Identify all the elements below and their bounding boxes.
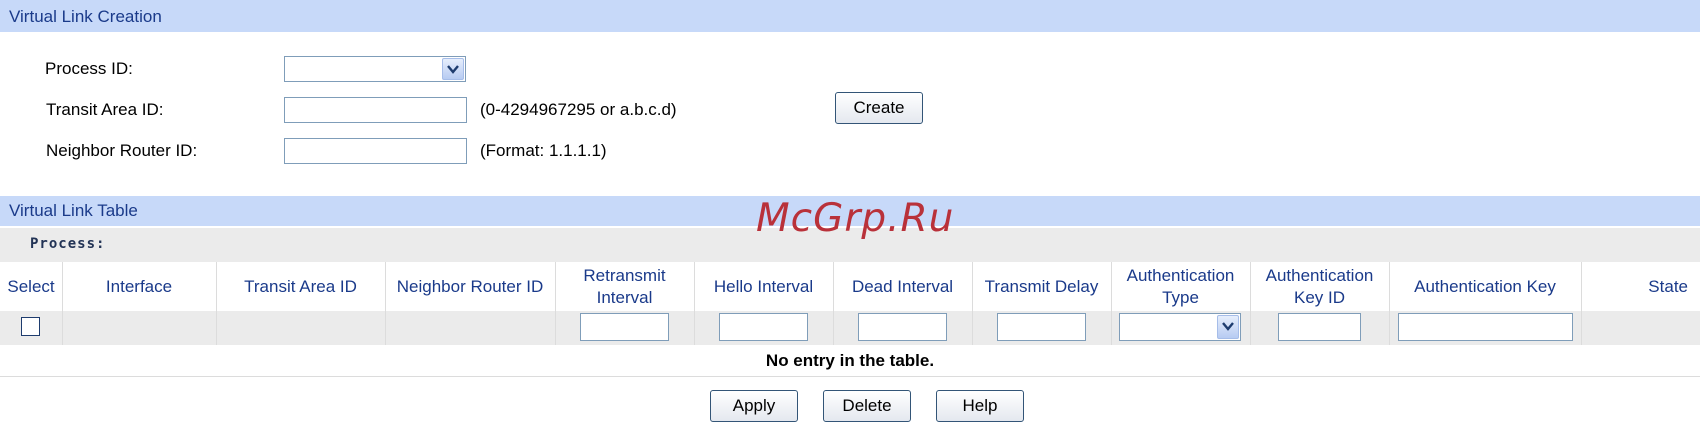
dead-interval-input[interactable]: [858, 313, 947, 341]
th-transit-area-id: Transit Area ID: [244, 276, 357, 296]
column-separator: [555, 262, 556, 345]
th-retransmit-line1: Retransmit: [583, 265, 666, 285]
chevron-down-icon[interactable]: [1217, 315, 1239, 339]
authentication-key-id-input[interactable]: [1278, 313, 1361, 341]
neighbor-router-id-label: Neighbor Router ID:: [46, 141, 198, 160]
th-authentication-type: Authentication Type: [1111, 262, 1250, 311]
th-dead-interval: Dead Interval: [851, 276, 954, 296]
column-separator: [694, 262, 695, 345]
th-auth-key-id-line2: Key ID: [1293, 287, 1346, 307]
column-separator: [1250, 262, 1251, 345]
th-neighbor-router-id: Neighbor Router ID: [396, 276, 544, 296]
transit-area-id-hint: (0-4294967295 or a.b.c.d): [480, 100, 677, 119]
th-retransmit-interval: Retransmit Interval: [555, 262, 694, 311]
th-interface: Interface: [105, 276, 173, 296]
th-select: Select: [7, 276, 55, 296]
th-state: State: [1648, 276, 1688, 296]
column-separator: [833, 262, 834, 345]
process-id-select[interactable]: [284, 56, 466, 82]
column-separator: [62, 262, 63, 345]
help-button[interactable]: Help: [936, 390, 1024, 422]
hello-interval-input[interactable]: [719, 313, 808, 341]
column-separator: [1581, 262, 1582, 345]
empty-table-message: No entry in the table.: [0, 345, 1700, 377]
create-button[interactable]: Create: [835, 92, 923, 124]
process-id-label: Process ID:: [45, 59, 133, 78]
th-retransmit-line2: Interval: [596, 287, 653, 307]
delete-button[interactable]: Delete: [823, 390, 911, 422]
column-separator: [1389, 262, 1390, 345]
watermark: McGrp.Ru: [756, 196, 955, 241]
chevron-down-icon[interactable]: [442, 58, 464, 80]
column-separator: [385, 262, 386, 345]
th-auth-type-line1: Authentication: [1126, 265, 1235, 285]
column-separator: [972, 262, 973, 345]
th-hello-interval: Hello Interval: [713, 276, 814, 296]
column-separator: [216, 262, 217, 345]
th-authentication-key-id: Authentication Key ID: [1250, 262, 1389, 311]
neighbor-router-id-hint: (Format: 1.1.1.1): [480, 141, 607, 160]
transmit-delay-input[interactable]: [997, 313, 1086, 341]
neighbor-router-id-input[interactable]: [284, 138, 467, 164]
virtual-link-creation-header: Virtual Link Creation: [0, 0, 1700, 32]
th-auth-type-line2: Type: [1162, 287, 1199, 307]
authentication-type-select[interactable]: [1119, 313, 1241, 341]
transit-area-id-input[interactable]: [284, 97, 467, 123]
select-all-checkbox[interactable]: [21, 317, 40, 336]
th-auth-key-id-line1: Authentication: [1265, 265, 1374, 285]
retransmit-interval-input[interactable]: [580, 313, 669, 341]
process-label: Process:: [30, 236, 106, 252]
authentication-key-input[interactable]: [1398, 313, 1573, 341]
transit-area-id-label: Transit Area ID:: [46, 100, 164, 119]
th-transmit-delay: Transmit Delay: [984, 276, 1099, 296]
th-authentication-key: Authentication Key: [1414, 276, 1556, 296]
apply-button[interactable]: Apply: [710, 390, 798, 422]
column-separator: [1111, 262, 1112, 345]
